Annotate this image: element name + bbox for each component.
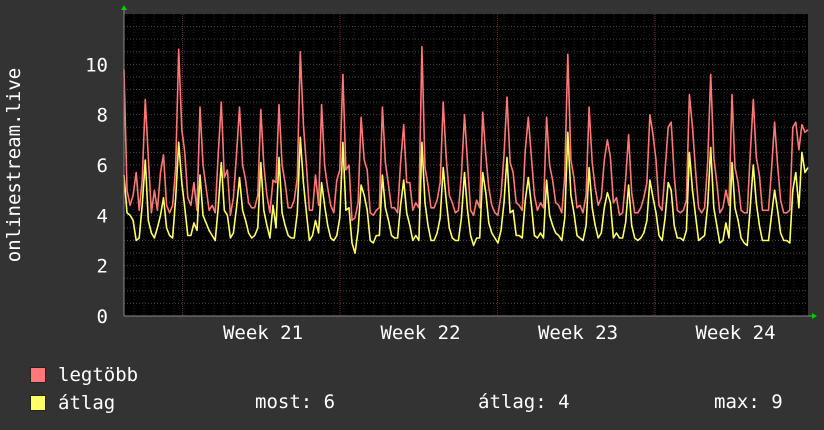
legend-label-max: legtöbb xyxy=(58,364,139,386)
legend-swatch-avg xyxy=(30,395,46,411)
legend-swatch-max xyxy=(30,367,46,383)
stat-average-label: átlag: xyxy=(478,391,547,413)
y-tick-label: 10 xyxy=(85,54,108,76)
x-tick-label: Week 24 xyxy=(695,322,775,344)
stat-current: most: 6 xyxy=(255,391,335,413)
stat-average: átlag: 4 xyxy=(478,391,570,413)
y-tick-label: 6 xyxy=(97,155,108,177)
y-tick-label: 0 xyxy=(97,306,108,328)
y-tick-label: 4 xyxy=(97,205,108,227)
stat-average-value: 4 xyxy=(558,391,570,413)
x-axis-arrow xyxy=(812,313,817,319)
x-tick-label: Week 23 xyxy=(538,322,618,344)
y-axis-label: onlinestream.live xyxy=(3,68,25,262)
x-tick-label: Week 22 xyxy=(380,322,460,344)
x-tick-labels: Week 21 Week 22 Week 23 Week 24 xyxy=(223,322,776,344)
y-tick-labels: 0 2 4 6 8 10 xyxy=(85,54,108,328)
stat-max-value: 9 xyxy=(771,391,783,413)
chart-area: 0 2 4 6 8 10 Week 21 Week 22 Week 23 Week 24 onl… xyxy=(3,5,817,344)
y-tick-label: 8 xyxy=(97,105,108,127)
legend-item-avg: átlag xyxy=(30,391,115,415)
x-tick-label: Week 21 xyxy=(223,322,303,344)
y-tick-label: 2 xyxy=(97,256,108,278)
stat-max-label: max: xyxy=(714,391,760,413)
stat-current-value: 6 xyxy=(323,391,336,413)
legend-label-avg: átlag xyxy=(58,392,116,414)
stat-current-label: most: xyxy=(255,391,313,413)
stat-max: max: 9 xyxy=(714,391,783,413)
legend-item-max: legtöbb xyxy=(30,363,138,387)
y-axis-arrow xyxy=(121,5,127,10)
